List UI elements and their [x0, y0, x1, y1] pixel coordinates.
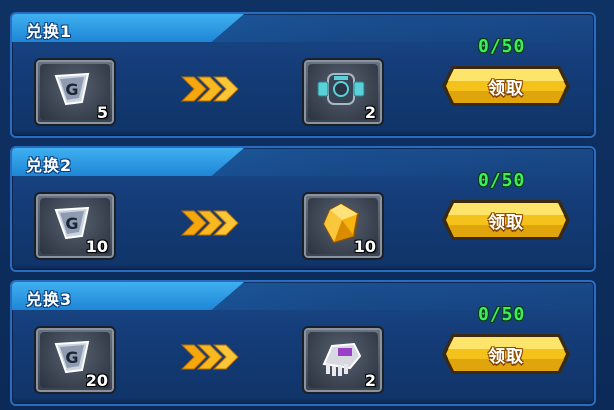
reward-count: 2 — [364, 103, 376, 122]
claim-button-label: 领取 — [488, 213, 524, 233]
exchange-panel-2: 兑换2 G 10 10 0/50 领取 — [10, 146, 596, 272]
progress-text: 0/50 — [478, 170, 526, 191]
reward-count: 2 — [364, 371, 376, 390]
cost-count: 10 — [85, 237, 108, 256]
triple-chevron-right-icon — [180, 210, 239, 236]
claim-button-label: 领取 — [488, 347, 524, 367]
reward-count: 10 — [353, 237, 376, 256]
svg-text:G: G — [65, 348, 78, 367]
cost-item-slot[interactable]: G 10 — [34, 192, 116, 260]
exchange-title: 兑换2 — [26, 156, 73, 175]
g-token-icon: G — [54, 340, 90, 374]
g-token-icon: G — [54, 206, 90, 240]
cost-item-slot[interactable]: G 5 — [34, 58, 116, 126]
cost-count: 5 — [96, 103, 108, 122]
triple-chevron-right-icon — [180, 344, 239, 370]
reward-item-slot[interactable]: 10 — [302, 192, 384, 260]
exchange-title: 兑换3 — [26, 290, 73, 309]
claim-button[interactable]: 领取 — [440, 64, 572, 108]
exchange-panel-3: 兑换3 G 20 2 0/50 领取 — [10, 280, 596, 406]
claim-button-label: 领取 — [488, 79, 524, 99]
cost-count: 20 — [85, 371, 108, 390]
progress-text: 0/50 — [478, 36, 526, 57]
reward-item-slot[interactable]: 2 — [302, 326, 384, 394]
triple-chevron-right-icon — [180, 76, 239, 102]
exchange-title: 兑换1 — [26, 22, 73, 41]
svg-text:G: G — [65, 80, 78, 99]
mech-core-icon — [317, 73, 365, 105]
claim-button[interactable]: 领取 — [440, 198, 572, 242]
svg-text:G: G — [65, 214, 78, 233]
mech-part-icon — [322, 342, 362, 376]
cost-item-slot[interactable]: G 20 — [34, 326, 116, 394]
exchange-screen: 兑换1 G 5 2 0/50 领取 兑换2 G 10 10 0/50 领取 兑换… — [0, 0, 614, 410]
exchange-panel-1: 兑换1 G 5 2 0/50 领取 — [10, 12, 596, 138]
reward-item-slot[interactable]: 2 — [302, 58, 384, 126]
g-token-icon: G — [54, 72, 90, 106]
progress-text: 0/50 — [478, 304, 526, 325]
claim-button[interactable]: 领取 — [440, 332, 572, 376]
